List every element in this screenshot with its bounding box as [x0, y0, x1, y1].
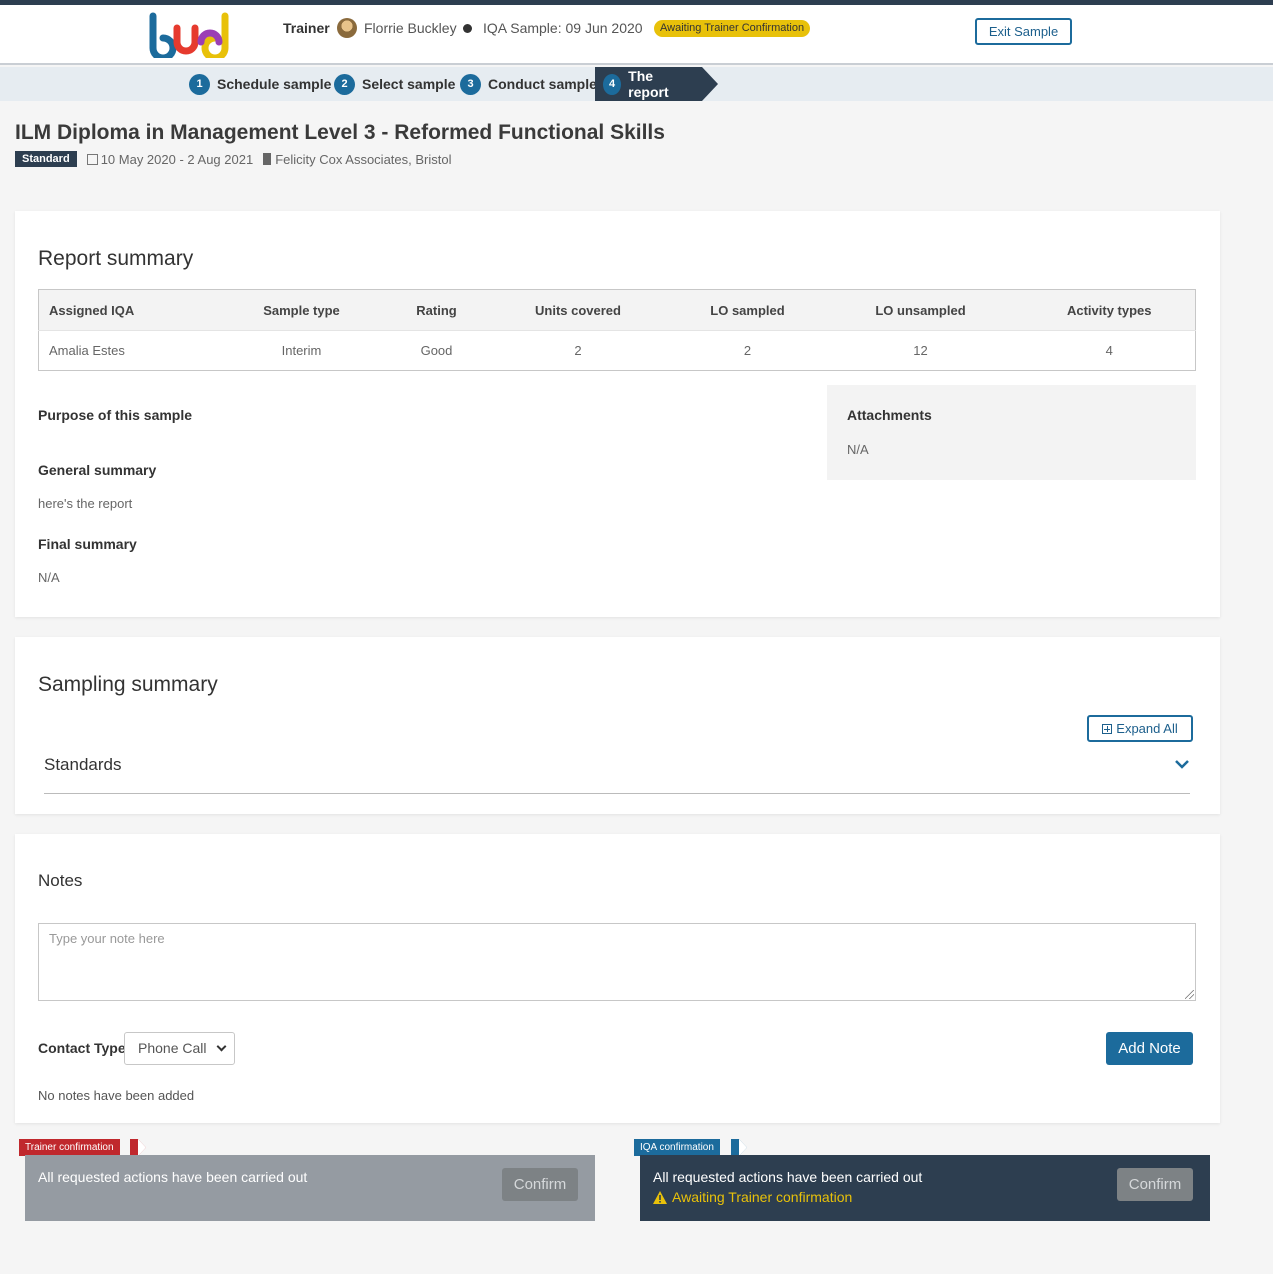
- final-summary-label: Final summary: [38, 536, 137, 552]
- attachments-label: Attachments: [847, 407, 932, 423]
- warning-icon: [653, 1190, 667, 1204]
- step-number: 3: [460, 73, 481, 95]
- sampling-summary-heading: Sampling summary: [38, 673, 218, 696]
- step-conduct-sample[interactable]: 3 Conduct sample: [460, 67, 597, 101]
- table-cell: 2: [677, 330, 818, 371]
- tab-tail-icon: [130, 1139, 146, 1156]
- table-cell: Amalia Estes: [38, 330, 209, 371]
- expand-icon: [1102, 724, 1113, 734]
- date-range: 10 May 2020 - 2 Aug 2021: [86, 151, 254, 167]
- awaiting-warning-text: Awaiting Trainer confirmation: [672, 1189, 853, 1205]
- step-number: 1: [189, 73, 210, 95]
- calendar-icon: [86, 153, 98, 165]
- date-range-text: 10 May 2020 - 2 Aug 2021: [100, 151, 254, 167]
- exit-sample-button[interactable]: Exit Sample: [975, 18, 1072, 45]
- column-header: LO unsampled: [817, 289, 1024, 331]
- notes-card: Notes Contact Type Phone Call Add Note N…: [15, 834, 1220, 1123]
- step-select-sample[interactable]: 2 Select sample: [334, 67, 455, 101]
- iqa-sample-date: IQA Sample: 09 Jun 2020: [483, 20, 643, 36]
- column-header: Units covered: [478, 289, 678, 331]
- report-summary-card: Report summary Assigned IQA Sample type …: [15, 211, 1220, 617]
- trainer-confirmation-tab: Trainer confirmation: [19, 1139, 120, 1156]
- awaiting-warning: Awaiting Trainer confirmation: [653, 1189, 852, 1205]
- status-badge: Awaiting Trainer Confirmation: [654, 20, 811, 37]
- sampling-summary-card: Sampling summary Expand All Standards: [15, 637, 1220, 814]
- column-header: Sample type: [208, 289, 395, 331]
- divider: [44, 793, 1190, 794]
- contact-type-select[interactable]: Phone Call: [124, 1032, 235, 1065]
- iqa-confirmation-tab: IQA confirmation: [634, 1139, 720, 1156]
- trainer-confirm-button[interactable]: Confirm: [502, 1168, 578, 1201]
- chevron-down-icon: [216, 1041, 227, 1052]
- trainer-confirmation-panel: All requested actions have been carried …: [25, 1155, 595, 1221]
- iqa-confirmation-message: All requested actions have been carried …: [653, 1169, 923, 1185]
- organisation: Felicity Cox Associates, Bristol: [263, 152, 451, 167]
- column-header: LO sampled: [677, 289, 818, 331]
- step-label: Schedule sample: [217, 76, 332, 92]
- standard-badge: Standard: [15, 151, 77, 167]
- report-summary-table: Assigned IQA Sample type Rating Units co…: [38, 289, 1196, 371]
- expand-all-label: Expand All: [1116, 721, 1178, 736]
- column-header: Rating: [394, 289, 479, 331]
- app-header: Trainer Florrie Buckley IQA Sample: 09 J…: [0, 5, 1273, 65]
- trainer-name: Florrie Buckley: [364, 20, 457, 36]
- table-row: Amalia Estes Interim Good 2 2 12 4: [38, 330, 1196, 371]
- trainer-confirmation-message: All requested actions have been carried …: [38, 1169, 308, 1185]
- trainer-avatar: [337, 18, 357, 38]
- table-cell: Good: [394, 330, 479, 371]
- step-label: Conduct sample: [488, 76, 597, 92]
- final-summary-value: N/A: [38, 570, 60, 585]
- iqa-confirm-button[interactable]: Confirm: [1117, 1168, 1193, 1201]
- qualification-meta: Standard 10 May 2020 - 2 Aug 2021 Felici…: [15, 151, 451, 167]
- no-notes-text: No notes have been added: [38, 1088, 195, 1103]
- general-summary-value: here's the report: [38, 496, 133, 511]
- note-input[interactable]: [38, 923, 1196, 1001]
- table-cell: 12: [817, 330, 1024, 371]
- column-header: Assigned IQA: [38, 289, 209, 331]
- step-number: 2: [334, 73, 355, 95]
- contact-type-value: Phone Call: [138, 1040, 207, 1056]
- table-cell: Interim: [208, 330, 395, 371]
- trainer-label: Trainer: [283, 20, 330, 36]
- expand-all-button[interactable]: Expand All: [1087, 715, 1193, 742]
- organisation-text: Felicity Cox Associates, Bristol: [275, 151, 452, 167]
- table-cell: 4: [1023, 330, 1196, 371]
- separator-dot-icon: [463, 24, 472, 33]
- general-summary-label: General summary: [38, 462, 157, 478]
- table-header-row: Assigned IQA Sample type Rating Units co…: [38, 289, 1196, 331]
- progress-steps: 1 Schedule sample 2 Select sample 3 Cond…: [0, 67, 1273, 101]
- building-icon: [263, 152, 272, 165]
- attachments-panel: Attachments N/A: [827, 385, 1196, 480]
- step-the-report[interactable]: 4 The report: [595, 67, 702, 101]
- iqa-confirmation-panel: All requested actions have been carried …: [640, 1155, 1210, 1221]
- report-summary-heading: Report summary: [38, 247, 194, 270]
- active-step-arrow: [702, 67, 718, 101]
- column-header: Activity types: [1023, 289, 1196, 331]
- chevron-down-icon[interactable]: [1173, 755, 1191, 773]
- attachments-value: N/A: [847, 442, 869, 457]
- bud-logo[interactable]: [147, 12, 231, 58]
- tab-tail-icon: [731, 1139, 747, 1156]
- step-schedule-sample[interactable]: 1 Schedule sample: [189, 67, 331, 101]
- purpose-label: Purpose of this sample: [38, 407, 193, 423]
- step-number: 4: [603, 73, 622, 95]
- notes-heading: Notes: [38, 871, 83, 890]
- table-cell: 2: [478, 330, 678, 371]
- page-title: ILM Diploma in Management Level 3 - Refo…: [15, 121, 665, 144]
- step-label: Select sample: [362, 76, 456, 92]
- contact-type-label: Contact Type: [38, 1040, 126, 1056]
- step-label: The report: [628, 68, 669, 100]
- standards-accordion-title[interactable]: Standards: [44, 755, 122, 775]
- add-note-button[interactable]: Add Note: [1106, 1032, 1193, 1065]
